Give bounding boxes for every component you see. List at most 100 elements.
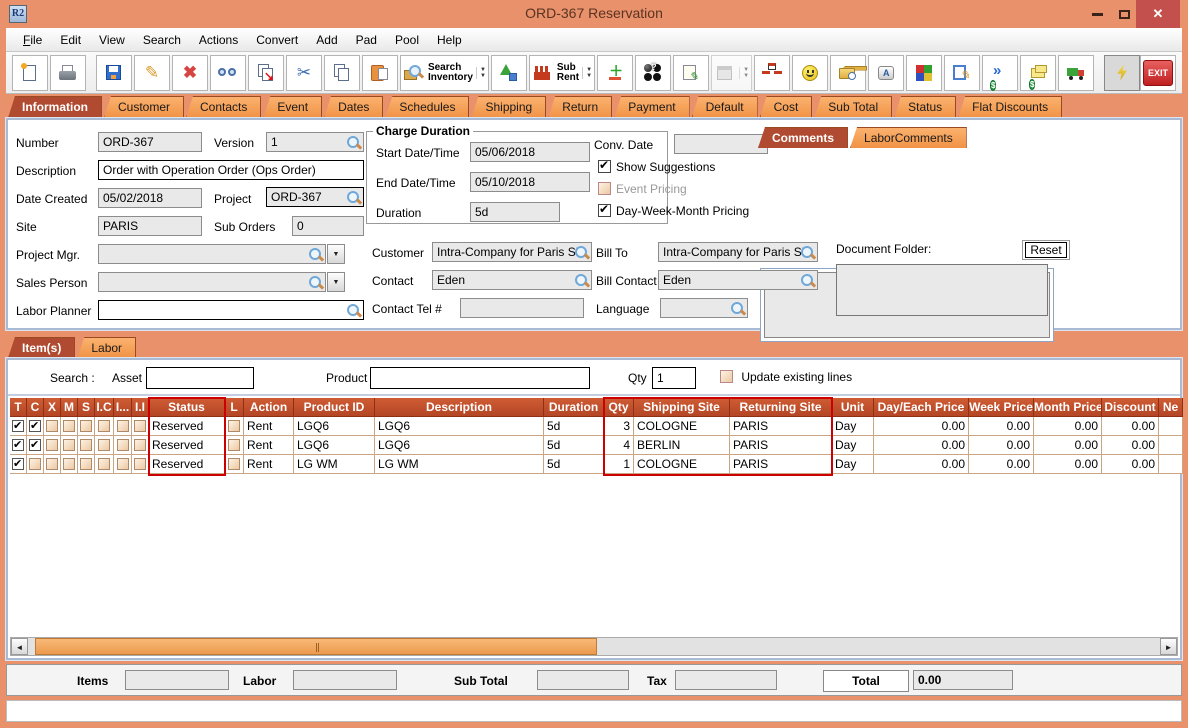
chevron-down-icon[interactable]: ▼ ▼ bbox=[739, 66, 749, 79]
column-header-qty[interactable]: Qty bbox=[604, 398, 634, 417]
asset-search-input[interactable] bbox=[146, 367, 254, 389]
tab-shipping[interactable]: Shipping bbox=[471, 96, 547, 118]
menu-actions[interactable]: Actions bbox=[190, 30, 247, 50]
product-search-input[interactable] bbox=[370, 367, 590, 389]
shapes-button[interactable] bbox=[490, 54, 527, 91]
row-2-check-x[interactable] bbox=[44, 436, 61, 455]
tab-contacts[interactable]: Contacts bbox=[186, 96, 262, 118]
tab-customer[interactable]: Customer bbox=[104, 96, 185, 118]
table-row[interactable]: ReservedRentLG WMLG WM5d1COLOGNEPARISDay… bbox=[10, 455, 1183, 474]
scrollbar-thumb[interactable] bbox=[35, 638, 597, 655]
search-inventory-button[interactable]: Search Inventory ▼ ▼ bbox=[400, 54, 489, 91]
column-header-duration[interactable]: Duration bbox=[544, 398, 604, 417]
search-icon[interactable] bbox=[309, 248, 323, 262]
customer-field[interactable] bbox=[432, 242, 592, 262]
search-icon[interactable] bbox=[347, 304, 361, 318]
search-icon[interactable] bbox=[575, 274, 589, 288]
show-suggestions-checkbox[interactable] bbox=[598, 158, 611, 173]
delete-button[interactable]: ✖ bbox=[172, 54, 208, 91]
tab-payment[interactable]: Payment bbox=[614, 96, 690, 118]
tab-flat-discounts[interactable]: Flat Discounts bbox=[958, 96, 1063, 118]
row-1-check-c[interactable] bbox=[27, 417, 44, 436]
search-icon[interactable] bbox=[347, 136, 361, 150]
update-existing-lines-checkbox[interactable] bbox=[720, 370, 733, 383]
paste-button[interactable] bbox=[362, 54, 398, 91]
bill-contact-field[interactable] bbox=[658, 270, 818, 290]
folder-time-button[interactable] bbox=[830, 54, 868, 91]
menu-edit[interactable]: Edit bbox=[51, 30, 90, 50]
sales-person-field[interactable] bbox=[98, 272, 326, 292]
menu-view[interactable]: View bbox=[90, 30, 134, 50]
column-header-month-price[interactable]: Month Price bbox=[1034, 398, 1102, 417]
row-1-check-x[interactable] bbox=[44, 417, 61, 436]
menu-convert[interactable]: Convert bbox=[247, 30, 307, 50]
chevron-down-icon[interactable]: ▼ ▼ bbox=[582, 66, 592, 79]
project-mgr-field[interactable] bbox=[98, 244, 326, 264]
chevron-down-icon[interactable]: ▼ bbox=[327, 244, 345, 264]
start-date-field[interactable] bbox=[470, 142, 590, 162]
tab-dates[interactable]: Dates bbox=[324, 96, 384, 118]
description-field[interactable] bbox=[98, 160, 364, 180]
row-2-check-c[interactable] bbox=[27, 436, 44, 455]
row-3-check-m[interactable] bbox=[61, 455, 78, 474]
cell-l[interactable] bbox=[225, 455, 244, 474]
contact-field[interactable] bbox=[432, 270, 592, 290]
end-date-field[interactable] bbox=[470, 172, 590, 192]
qty-input[interactable] bbox=[652, 367, 696, 389]
close-button[interactable]: ✕ bbox=[1136, 0, 1180, 28]
menu-pad[interactable]: Pad bbox=[347, 30, 386, 50]
group-availability-button[interactable]: ? bbox=[635, 54, 672, 91]
shipping-truck-button[interactable] bbox=[1058, 54, 1095, 91]
cell-l[interactable] bbox=[225, 436, 244, 455]
column-header-i-[interactable]: I... bbox=[114, 398, 132, 417]
column-header-ne[interactable]: Ne bbox=[1159, 398, 1183, 417]
column-header-product-id[interactable]: Product ID bbox=[294, 398, 375, 417]
day-week-month-pricing-checkbox[interactable] bbox=[598, 202, 611, 217]
menu-file[interactable]: File bbox=[14, 30, 51, 50]
keyboard-button[interactable]: A bbox=[868, 54, 905, 91]
column-header-c[interactable]: C bbox=[27, 398, 44, 417]
row-1-check-i-[interactable] bbox=[114, 417, 132, 436]
row-1-check-m[interactable] bbox=[61, 417, 78, 436]
column-header-day-each-price[interactable]: Day/Each Price bbox=[874, 398, 969, 417]
copy-button[interactable] bbox=[324, 54, 360, 91]
column-header-unit[interactable]: Unit bbox=[832, 398, 874, 417]
tab-item-s-[interactable]: Item(s) bbox=[8, 337, 76, 358]
cut-button[interactable]: ✂ bbox=[286, 54, 322, 91]
date-created-field[interactable] bbox=[98, 188, 202, 208]
exit-button[interactable]: EXIT bbox=[1140, 54, 1177, 91]
notepad-button[interactable]: ✎ bbox=[673, 54, 710, 91]
column-header-t[interactable]: T bbox=[10, 398, 27, 417]
number-field[interactable] bbox=[98, 132, 202, 152]
scroll-right-icon[interactable]: ► bbox=[1160, 638, 1177, 655]
row-2-check-i-i[interactable] bbox=[132, 436, 149, 455]
tab-information[interactable]: Information bbox=[8, 96, 102, 118]
column-header-i-i[interactable]: I.I bbox=[132, 398, 149, 417]
row-3-check-i-i[interactable] bbox=[132, 455, 149, 474]
cell-l[interactable] bbox=[225, 417, 244, 436]
reset-button[interactable]: Reset bbox=[1022, 240, 1070, 260]
duration-field[interactable] bbox=[470, 202, 560, 222]
total-button[interactable]: Total bbox=[823, 670, 909, 692]
column-header-discount[interactable]: Discount bbox=[1102, 398, 1159, 417]
horizontal-scrollbar[interactable]: ◄ ► bbox=[10, 637, 1178, 656]
chevron-down-icon[interactable]: ▼ ▼ bbox=[475, 66, 486, 79]
row-2-check-i-c[interactable] bbox=[95, 436, 114, 455]
column-header-x[interactable]: X bbox=[44, 398, 61, 417]
tab-laborcomments[interactable]: LaborComments bbox=[850, 127, 967, 148]
print-button[interactable] bbox=[50, 54, 86, 91]
tab-return[interactable]: Return bbox=[548, 96, 613, 118]
cubes-button[interactable] bbox=[906, 54, 943, 91]
menu-add[interactable]: Add bbox=[307, 30, 346, 50]
labor-planner-field[interactable] bbox=[98, 300, 364, 320]
search-icon[interactable] bbox=[309, 276, 323, 290]
sub-rent-button[interactable]: Sub Rent ▼ ▼ bbox=[528, 54, 596, 91]
row-3-check-t[interactable] bbox=[10, 455, 27, 474]
price-notes-button[interactable]: $ bbox=[1020, 54, 1057, 91]
column-header-s[interactable]: S bbox=[78, 398, 95, 417]
tab-status[interactable]: Status bbox=[894, 96, 957, 118]
tab-sub-total[interactable]: Sub Total bbox=[814, 96, 893, 118]
maximize-button[interactable] bbox=[1112, 0, 1136, 28]
menu-search[interactable]: Search bbox=[134, 30, 190, 50]
send-invoice-button[interactable]: » $ bbox=[982, 54, 1019, 91]
